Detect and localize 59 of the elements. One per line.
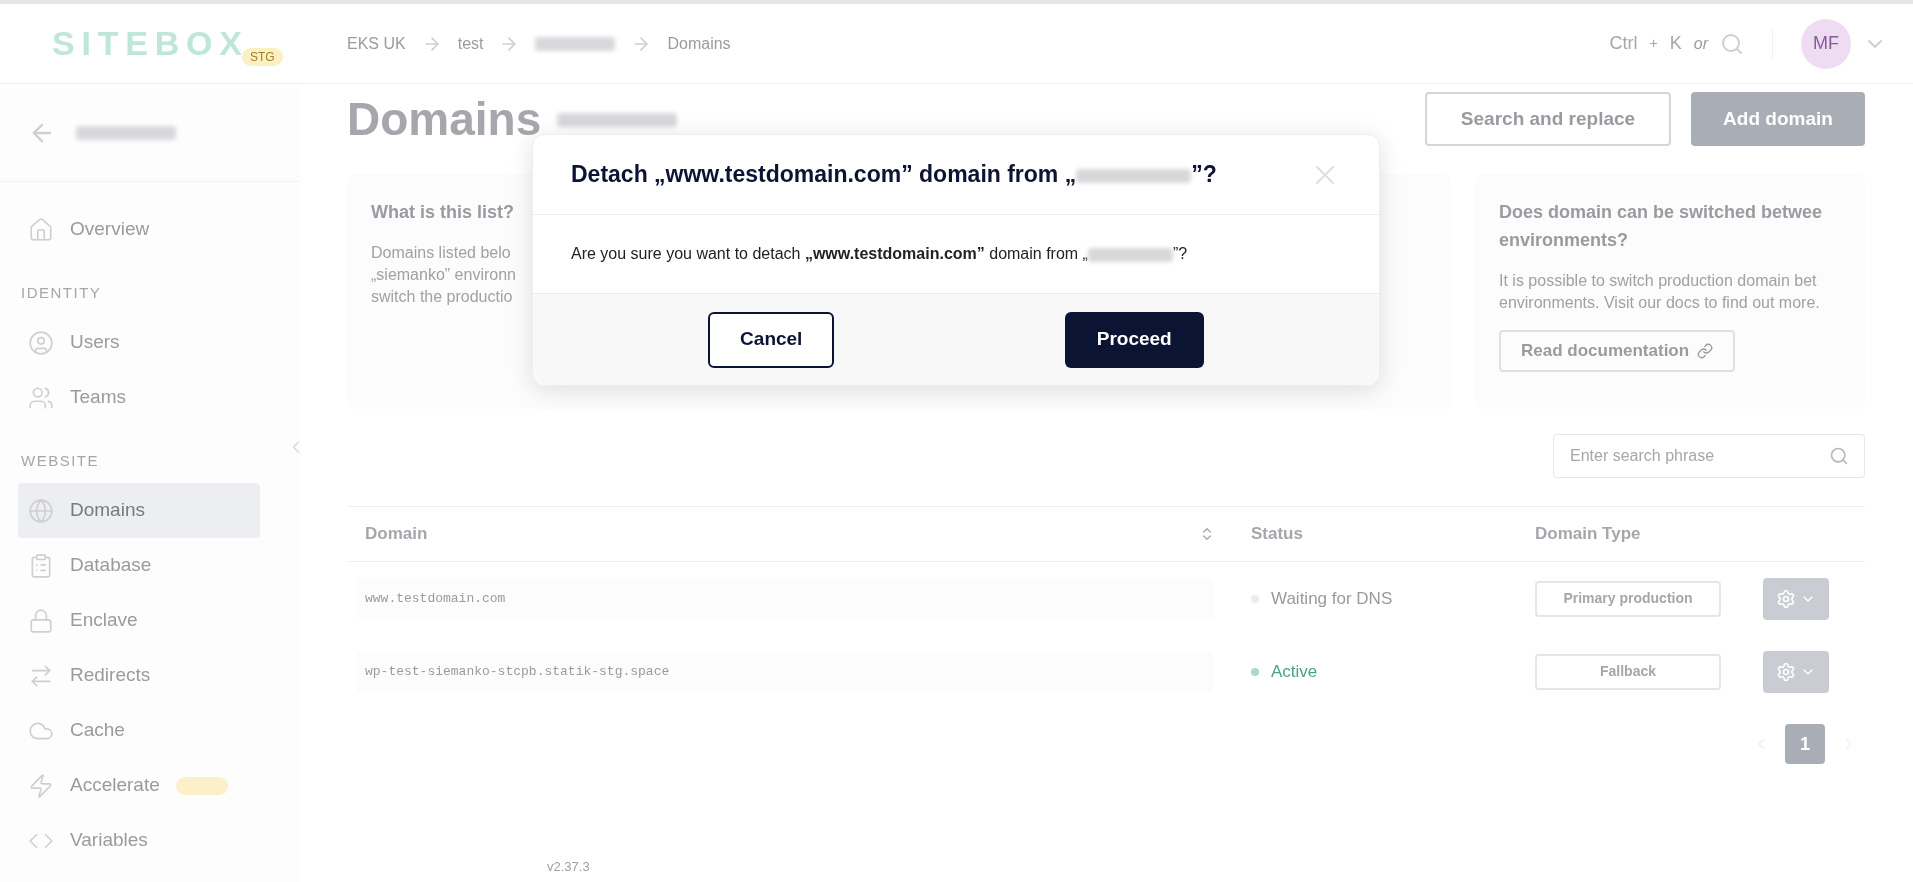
key-label: Ctrl: [1609, 32, 1638, 55]
add-button[interactable]: Add domain: [1691, 92, 1865, 146]
sidebar-item[interactable]: Overview: [18, 202, 260, 257]
search-icon: [1829, 446, 1849, 466]
search-replace-button[interactable]: Search and replace: [1425, 92, 1671, 146]
key-label: K: [1669, 32, 1682, 55]
domain-type-badge: Primary production: [1535, 580, 1721, 617]
breadcrumb-link[interactable]: Domains: [667, 31, 731, 56]
home-icon: [28, 216, 54, 243]
domain-type-badge: Fallback: [1535, 653, 1721, 690]
card-title: Does domain can be switched betwee environments?: [1499, 201, 1824, 252]
column-header[interactable]: Domain: [365, 521, 428, 547]
breadcrumb-link[interactable]: EKS UK: [347, 31, 406, 56]
version-text: v2.37.3: [547, 857, 590, 876]
status-text: Active: [1271, 660, 1318, 683]
link-icon: [1697, 343, 1714, 359]
settings-button[interactable]: [1763, 650, 1829, 693]
settings-icon: [1776, 661, 1796, 682]
globe-icon: [28, 497, 54, 524]
card-text: switch the productio: [371, 287, 513, 307]
page-button[interactable]: 1: [1785, 724, 1825, 764]
dialog-title: Detach „www.testdomain.com” domain from „ ”?: [571, 160, 1217, 190]
status-text: Waiting for DNS: [1271, 587, 1393, 610]
sidebar-item[interactable]: Domains: [18, 483, 260, 538]
card-text: „siemanko” environn: [371, 265, 516, 285]
column-header: Domain Type: [1535, 524, 1641, 544]
sidebar-item[interactable]: Database: [18, 538, 260, 593]
settings-icon: [1776, 588, 1796, 609]
env-badge: STG: [242, 48, 283, 66]
sidebar-item[interactable]: Accelerate: [18, 758, 260, 813]
read-documentation-button[interactable]: Read documentation: [1499, 330, 1736, 372]
column-header: Status: [1251, 524, 1303, 544]
team-icon: [28, 384, 54, 411]
settings-button[interactable]: [1763, 577, 1829, 620]
dialog-message: Are you sure you want to detach „www.testdomain.com” domain from „ ”?: [571, 244, 1188, 264]
page-title: Domains: [347, 91, 542, 147]
sidebar-item[interactable]: Enclave: [18, 593, 260, 648]
section-heading: IDENTITY: [21, 282, 102, 303]
lock-icon: [28, 607, 54, 634]
sidebar-item[interactable]: Redirects: [18, 648, 260, 703]
proceed-button[interactable]: Proceed: [1064, 311, 1204, 368]
card-text: Domains listed belo: [371, 243, 511, 263]
user-icon: [28, 329, 54, 356]
avatar[interactable]: MF: [1801, 18, 1851, 69]
plus-label: +: [1649, 34, 1658, 53]
card-text: It is possible to switch production domain bet: [1499, 271, 1817, 291]
lightning-icon: [28, 772, 54, 799]
breadcrumb-link[interactable]: test: [457, 31, 484, 56]
sidebar-item[interactable]: Users: [18, 315, 260, 370]
search-icon[interactable]: [1720, 31, 1744, 56]
sidebar-item[interactable]: Cache: [18, 703, 260, 758]
card-text: environments. Visit our docs to find out more.: [1499, 293, 1820, 313]
section-heading: WEBSITE: [21, 450, 99, 471]
search-field[interactable]: Enter search phrase: [1553, 434, 1865, 478]
cancel-button[interactable]: Cancel: [708, 311, 835, 368]
sidebar-item[interactable]: Variables: [18, 813, 260, 868]
card-title: What is this list?: [371, 201, 514, 224]
sidebar-item[interactable]: Teams: [18, 370, 260, 425]
or-label: or: [1693, 33, 1708, 54]
